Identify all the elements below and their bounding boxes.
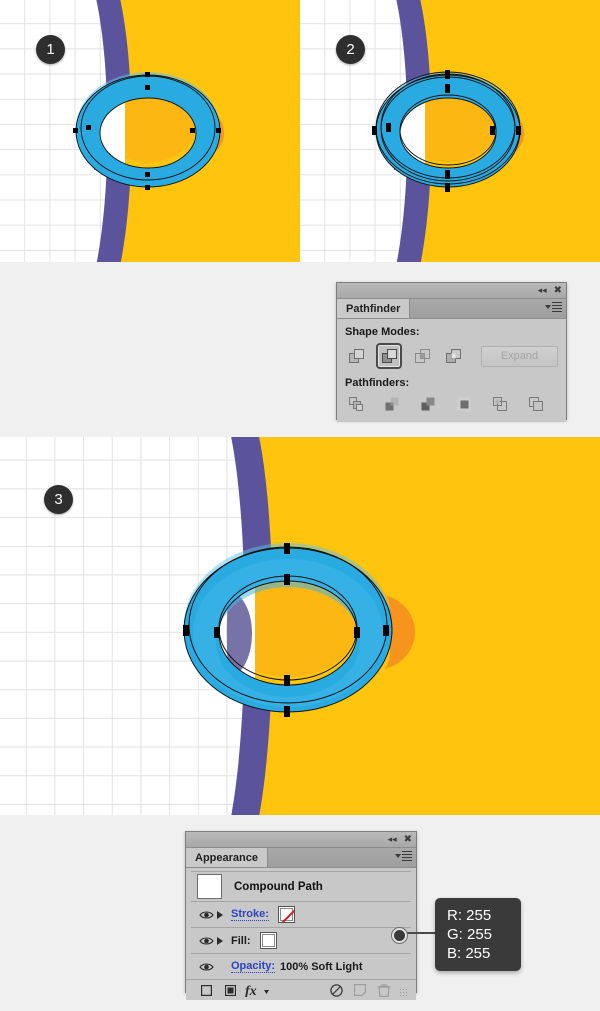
pathfinder-titlebar: ◂◂ ✖	[337, 283, 566, 299]
shape-mode-intersect-button[interactable]	[411, 345, 433, 367]
rgb-color-tooltip: R: 255 G: 255 B: 255	[435, 898, 521, 971]
add-new-stroke-icon[interactable]	[194, 981, 218, 999]
pathfinder-panel[interactable]: ◂◂ ✖ Pathfinder Shape Modes: Expand Path…	[336, 282, 567, 422]
target-thumbnail	[197, 874, 222, 899]
tab-appearance[interactable]: Appearance	[186, 848, 268, 867]
svg-text:fx: fx	[245, 984, 257, 997]
shape-modes-label: Shape Modes:	[345, 326, 420, 338]
opacity-label[interactable]: Opacity:	[231, 960, 276, 973]
pathfinder-merge-button[interactable]	[417, 394, 439, 414]
artboard-step-3: 3	[0, 437, 600, 815]
pathfinder-crop-button[interactable]	[453, 394, 475, 414]
tabrow-filler	[410, 299, 566, 318]
panel-resize-grip[interactable]	[399, 988, 408, 997]
appearance-list: Compound Path Stroke: Fill: Opacity: 100…	[186, 868, 416, 979]
rgb-green-value: G: 255	[447, 926, 493, 943]
disclosure-triangle-icon[interactable]	[217, 910, 223, 919]
appearance-panel[interactable]: ◂◂ ✖ Appearance Compound Path Stroke: Fi…	[185, 831, 417, 1000]
stroke-swatch[interactable]	[277, 906, 295, 923]
duplicate-item-icon[interactable]	[348, 981, 372, 999]
artwork-step-3	[0, 437, 600, 815]
rgb-blue-value: B: 255	[447, 945, 491, 962]
shape-mode-minus-front-button[interactable]	[376, 343, 402, 369]
panel-menu-icon[interactable]	[545, 302, 562, 312]
shape-mode-unite-button[interactable]	[345, 345, 367, 367]
fill-label: Fill:	[231, 934, 251, 947]
add-new-effect-icon[interactable]: fx	[242, 981, 272, 999]
visibility-eye-icon[interactable]	[195, 962, 217, 972]
collapse-icon[interactable]: ◂◂	[538, 286, 547, 295]
expand-button[interactable]: Expand	[481, 345, 558, 367]
delete-item-icon[interactable]	[372, 981, 396, 999]
artboard-step-1: 1	[0, 0, 300, 262]
pathfinder-minus-back-button[interactable]	[525, 394, 547, 414]
add-new-fill-icon[interactable]	[218, 981, 242, 999]
appearance-row-fill[interactable]: Fill:	[191, 928, 411, 954]
collapse-icon[interactable]: ◂◂	[388, 835, 397, 844]
artboard-step-2: 2	[300, 0, 600, 262]
appearance-row-stroke[interactable]: Stroke:	[191, 902, 411, 928]
close-icon[interactable]: ✖	[404, 834, 412, 845]
clear-appearance-icon[interactable]	[324, 981, 348, 999]
pathfinder-outline-button[interactable]	[489, 394, 511, 414]
stroke-label[interactable]: Stroke:	[231, 908, 269, 921]
shape-modes-row: Expand	[345, 343, 558, 369]
tabrow-filler	[268, 848, 416, 867]
opacity-value: 100% Soft Light	[280, 960, 363, 973]
target-label: Compound Path	[234, 880, 323, 893]
pathfinders-label: Pathfinders:	[345, 377, 410, 389]
shape-mode-exclude-button[interactable]	[442, 345, 464, 367]
rgb-red-value: R: 255	[447, 907, 492, 924]
appearance-titlebar: ◂◂ ✖	[186, 832, 416, 848]
close-icon[interactable]: ✖	[554, 285, 562, 296]
disclosure-triangle-icon[interactable]	[217, 936, 223, 945]
pathfinders-row	[345, 394, 558, 414]
pathfinder-trim-button[interactable]	[381, 394, 403, 414]
pathfinder-tabrow: Pathfinder	[337, 299, 566, 319]
step-badge-2: 2	[336, 35, 365, 64]
fill-color-pointer	[392, 928, 407, 943]
step-badge-3: 3	[44, 485, 73, 514]
fill-swatch[interactable]	[259, 932, 277, 949]
appearance-row-opacity[interactable]: Opacity: 100% Soft Light	[191, 954, 411, 979]
pathfinder-divide-button[interactable]	[345, 394, 367, 414]
step-badge-1: 1	[36, 35, 65, 64]
visibility-eye-icon[interactable]	[195, 910, 217, 920]
appearance-tabrow: Appearance	[186, 848, 416, 868]
appearance-target-row[interactable]: Compound Path	[191, 871, 411, 902]
appearance-footer: fx	[186, 979, 416, 1000]
visibility-eye-icon[interactable]	[195, 936, 217, 946]
pathfinder-body: Shape Modes: Expand Pathfinders:	[337, 319, 566, 422]
panel-menu-icon[interactable]	[395, 851, 412, 861]
tab-pathfinder[interactable]: Pathfinder	[337, 299, 411, 318]
